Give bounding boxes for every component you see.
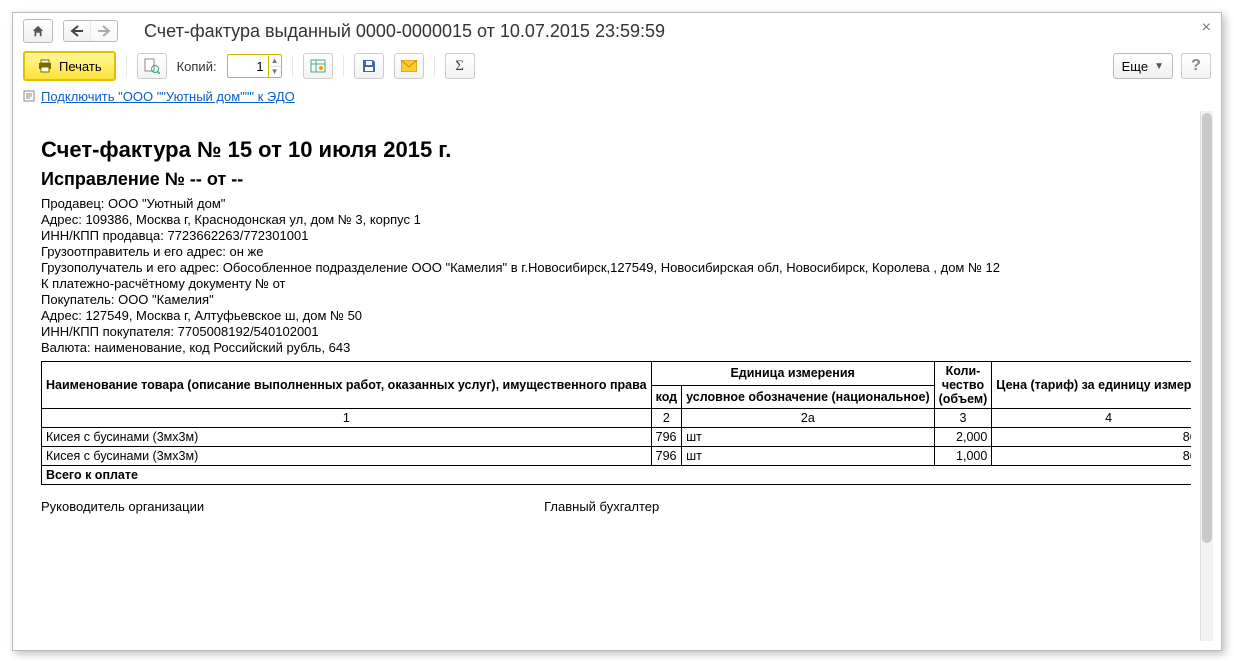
th-price: Цена (тариф) за единицу измерения (992, 362, 1191, 409)
doc-correction: Исправление № -- от -- (41, 169, 1199, 190)
print-button[interactable]: Печать (23, 51, 116, 81)
arrow-right-icon (97, 25, 111, 37)
settings-button[interactable] (303, 53, 333, 79)
sigma-icon: Σ (455, 58, 464, 75)
total-row: Всего к оплате 2 593,22 X 466,78 (42, 466, 1192, 485)
shipper-line: Грузоотправитель и его адрес: он же (41, 244, 1199, 259)
buyer-line: Покупатель: ООО "Камелия" (41, 292, 1199, 307)
buyer-address-line: Адрес: 127549, Москва г, Алтуфьевское ш,… (41, 308, 1199, 323)
home-icon (31, 24, 45, 38)
copies-down[interactable]: ▼ (269, 66, 281, 77)
help-icon: ? (1191, 57, 1201, 75)
print-label: Печать (59, 59, 102, 74)
consignee-line: Грузополучатель и его адрес: Обособленно… (41, 260, 1199, 275)
copies-input[interactable] (228, 59, 268, 74)
table-row: Кисея с бусинами (3мх3м) 796 шт 1,000 86… (42, 447, 1192, 466)
buyer-inn-line: ИНН/КПП покупателя: 7705008192/540102001 (41, 324, 1199, 339)
doc-title: Счет-фактура № 15 от 10 июля 2015 г. (41, 137, 1199, 163)
save-button[interactable] (354, 53, 384, 79)
edo-icon (23, 89, 37, 103)
floppy-icon (362, 59, 376, 73)
arrow-left-icon (70, 25, 84, 37)
magnifier-icon (144, 58, 160, 74)
table-row: Кисея с бусинами (3мх3м) 796 шт 2,000 86… (42, 428, 1192, 447)
document-body: Счет-фактура № 15 от 10 июля 2015 г. Исп… (21, 111, 1213, 524)
toolbar-separator (126, 55, 127, 77)
preview-button[interactable] (137, 53, 167, 79)
th-unit: Единица измерения (651, 362, 934, 386)
edo-link[interactable]: Подключить "ООО ""Уютный дом""" к ЭДО (41, 89, 295, 104)
more-label: Еще (1122, 59, 1148, 74)
nav-group (63, 20, 118, 42)
seller-line: Продавец: ООО "Уютный дом" (41, 196, 1199, 211)
toolbar-separator (434, 55, 435, 77)
th-unit-code: код (651, 385, 682, 409)
currency-line: Валюта: наименование, код Российский руб… (41, 340, 1199, 355)
payment-doc-line: К платежно-расчётному документу № от (41, 276, 1199, 291)
help-button[interactable]: ? (1181, 53, 1211, 79)
home-button[interactable] (23, 19, 53, 43)
sig-head: Руководитель организации (41, 499, 204, 514)
th-qty: Коли- чество (объем) (934, 362, 992, 409)
scrollbar[interactable] (1200, 111, 1213, 641)
close-button[interactable]: × (1202, 19, 1211, 37)
seller-inn-line: ИНН/КПП продавца: 7723662263/772301001 (41, 228, 1199, 243)
sum-button[interactable]: Σ (445, 53, 475, 79)
email-button[interactable] (394, 53, 424, 79)
forward-button[interactable] (90, 21, 117, 41)
scroll-thumb[interactable] (1202, 113, 1212, 543)
back-button[interactable] (64, 21, 90, 41)
invoice-table: Наименование товара (описание выполненны… (41, 361, 1191, 485)
th-name: Наименование товара (описание выполненны… (42, 362, 652, 409)
envelope-icon (401, 60, 417, 72)
chevron-down-icon: ▼ (1154, 61, 1164, 72)
th-unit-label: условное обозначение (национальное) (682, 385, 935, 409)
toolbar-separator (292, 55, 293, 77)
toolbar-separator (343, 55, 344, 77)
copies-stepper[interactable]: ▲ ▼ (227, 54, 282, 78)
copies-up[interactable]: ▲ (269, 56, 281, 66)
window-title: Счет-фактура выданный 0000-0000015 от 10… (144, 21, 665, 42)
printer-icon (37, 59, 53, 73)
more-button[interactable]: Еще ▼ (1113, 53, 1173, 79)
copies-label: Копий: (177, 59, 217, 74)
sig-accountant: Главный бухгалтер (544, 499, 659, 514)
seller-address-line: Адрес: 109386, Москва г, Краснодонская у… (41, 212, 1199, 227)
table-settings-icon (310, 58, 326, 74)
col-numbers-row: 1 2 2а 3 4 5 6 7 8 9 (42, 409, 1192, 428)
